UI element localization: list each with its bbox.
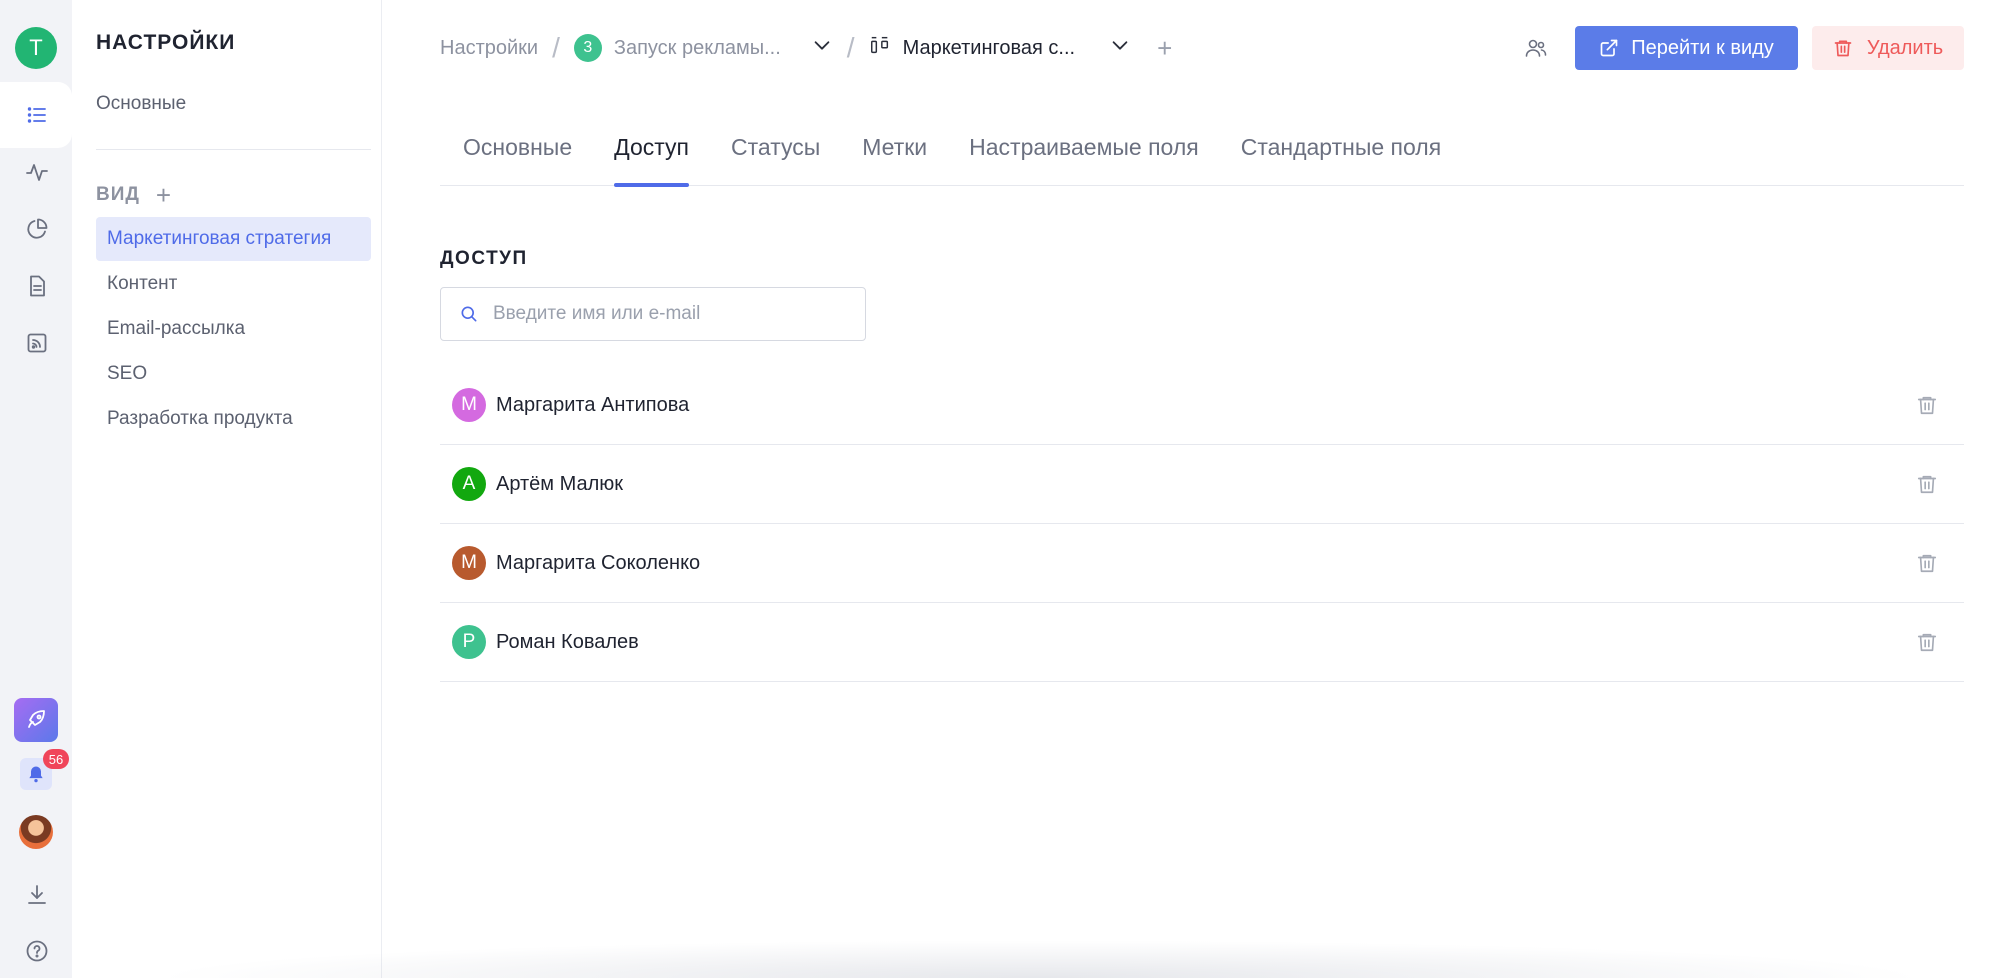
help-icon[interactable] — [24, 938, 50, 964]
view-item-marketing-strategy[interactable]: Маркетинговая стратегия — [96, 217, 371, 261]
bottom-shadow — [150, 940, 1930, 978]
icon-rail: T 56 — [0, 0, 72, 978]
tab-tags[interactable]: Метки — [862, 120, 927, 186]
members-icon[interactable] — [1524, 36, 1550, 62]
view-item-product-development[interactable]: Разработка продукта — [96, 397, 371, 441]
settings-divider — [96, 149, 371, 150]
notification-count-badge: 56 — [43, 749, 69, 769]
settings-panel: НАСТРОЙКИ Основные ВИД + Маркетинговая с… — [72, 0, 382, 978]
delete-label: Удалить — [1866, 36, 1944, 59]
view-section-label: ВИД — [96, 184, 140, 205]
member-name: Артём Малюк — [496, 472, 624, 495]
view-item-content[interactable]: Контент — [96, 262, 371, 306]
breadcrumb-separator: / — [846, 32, 855, 63]
settings-title: НАСТРОЙКИ — [96, 31, 236, 54]
goto-view-label: Перейти к виду — [1631, 36, 1774, 59]
breadcrumb-project[interactable]: Запуск рекламы... — [614, 37, 781, 60]
member-row: Р Роман Ковалев — [440, 603, 1964, 682]
member-avatar: Р — [452, 625, 486, 659]
add-breadcrumb-button[interactable]: + — [1157, 33, 1172, 64]
board-view-icon — [869, 34, 891, 62]
search-input[interactable] — [493, 303, 853, 325]
members-list: М Маргарита Антипова А Артём Малюк М Мар… — [440, 366, 1964, 682]
workspace-logo-letter: T — [29, 35, 43, 60]
tab-basic[interactable]: Основные — [463, 120, 572, 186]
member-name: Маргарита Соколенко — [496, 551, 701, 574]
chevron-down-icon[interactable] — [811, 34, 833, 62]
delete-button[interactable]: Удалить — [1812, 26, 1964, 70]
activity-icon[interactable] — [24, 159, 50, 185]
download-icon[interactable] — [24, 882, 50, 908]
breadcrumb-root[interactable]: Настройки — [440, 37, 538, 60]
view-item-email[interactable]: Email-рассылка — [96, 307, 371, 351]
breadcrumb-separator: / — [552, 32, 560, 63]
settings-tabs: Основные Доступ Статусы Метки Настраивае… — [440, 120, 1964, 187]
tab-custom-fields[interactable]: Настраиваемые поля — [969, 120, 1199, 186]
tab-statuses[interactable]: Статусы — [731, 120, 820, 186]
settings-basic-link[interactable]: Основные — [96, 93, 186, 115]
trash-icon[interactable] — [1916, 473, 1938, 495]
tab-access[interactable]: Доступ — [614, 120, 689, 187]
breadcrumb: Настройки / 3 Запуск рекламы... / Маркет… — [440, 30, 1172, 66]
search-icon — [461, 306, 477, 322]
trash-icon[interactable] — [1916, 631, 1938, 653]
external-link-icon — [1600, 39, 1618, 57]
trash-icon — [1834, 40, 1852, 57]
add-view-button[interactable]: + — [156, 182, 171, 208]
document-icon[interactable] — [24, 273, 50, 299]
view-item-seo[interactable]: SEO — [96, 352, 371, 396]
member-row: М Маргарита Соколенко — [440, 524, 1964, 603]
member-name: Маргарита Антипова — [496, 393, 690, 416]
member-avatar: М — [452, 546, 486, 580]
goto-view-button[interactable]: Перейти к виду — [1575, 26, 1798, 70]
member-row: А Артём Малюк — [440, 445, 1964, 524]
member-row: М Маргарита Антипова — [440, 366, 1964, 445]
chevron-down-icon[interactable] — [1109, 34, 1131, 62]
trash-icon[interactable] — [1916, 552, 1938, 574]
project-number-badge: 3 — [573, 34, 602, 62]
member-avatar: М — [452, 388, 486, 422]
access-section-title: ДОСТУП — [440, 248, 528, 269]
workspace-logo[interactable]: T — [15, 27, 57, 69]
breadcrumb-view[interactable]: Маркетинговая с... — [903, 37, 1076, 60]
user-avatar[interactable] — [19, 815, 53, 849]
pie-chart-icon[interactable] — [24, 216, 50, 242]
rocket-icon[interactable] — [14, 698, 58, 742]
member-avatar: А — [452, 467, 486, 501]
view-section-header: ВИД + — [96, 182, 171, 208]
list-icon[interactable] — [24, 102, 50, 128]
tab-standard-fields[interactable]: Стандартные поля — [1241, 120, 1441, 186]
member-search — [440, 287, 866, 341]
feed-icon[interactable] — [24, 330, 50, 356]
trash-icon[interactable] — [1916, 394, 1938, 416]
member-name: Роман Ковалев — [496, 630, 639, 653]
